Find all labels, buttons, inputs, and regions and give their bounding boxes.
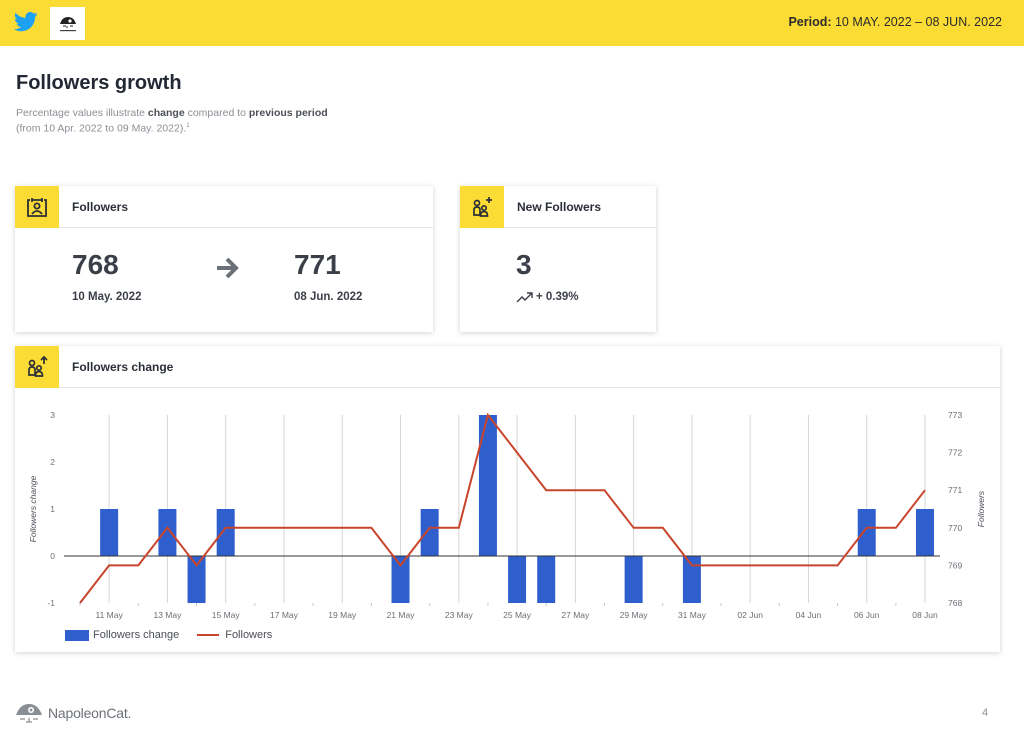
x-tick-label: 08 Jun [912,610,938,620]
y2-axis-title: Followers [976,490,986,527]
footer-brand: NapoleonCat. [14,701,131,725]
y-tick-label: 0 [50,551,55,561]
y-tick-label: -1 [47,598,55,608]
napoleoncat-logo-icon [16,704,42,723]
bar [420,509,439,556]
bar [537,556,556,603]
y-tick-label: 3 [50,410,55,420]
bar [187,556,206,603]
page-number: 4 [982,707,989,719]
y2-tick-label: 770 [948,523,962,533]
legend-swatch-followers [197,634,220,636]
legend-label-followers-change: Followers change [93,629,180,641]
x-tick-label: 13 May [153,610,182,620]
bar [682,556,701,603]
bar [916,509,934,556]
y-tick-label: 2 [50,457,55,467]
followers-change-chart: 11 May 13 May 15 May 17 May 19 May 21 May 23 M… [28,410,986,620]
chart-legend: Followers change Followers [65,629,272,641]
y-tick-label: 1 [50,504,55,514]
bar [158,509,177,556]
x-tick-label: 11 May [96,610,124,620]
x-tick-label: 29 May [620,610,649,620]
bar [100,509,119,556]
y2-tick-label: 772 [948,448,962,458]
x-tick-label: 04 Jun [796,610,822,620]
footer-brand-name: NapoleonCat. [48,705,132,721]
y-axis-title: Followers change [28,475,38,542]
bar [391,556,410,603]
y2-tick-label: 769 [948,560,962,570]
x-tick-label: 25 May [503,610,532,620]
x-tick-label: 23 May [445,610,474,620]
bar [216,509,235,556]
bar [624,556,643,603]
followers-line [79,412,926,604]
bar [857,509,876,556]
y2-tick-label: 771 [948,485,962,495]
x-tick-label: 21 May [387,610,416,620]
x-tick-label: 27 May [561,610,590,620]
x-tick-label: 02 Jun [737,610,763,620]
bar [508,556,527,603]
legend-label-followers: Followers [225,629,273,641]
y2-tick-label: 768 [948,598,962,608]
legend-swatch-followers-change [65,629,89,641]
y2-tick-label: 773 [948,410,962,420]
x-tick-label: 06 Jun [854,610,880,620]
x-tick-label: 15 May [212,610,241,620]
x-tick-label: 17 May [270,610,299,620]
x-tick-label: 31 May [678,610,707,620]
x-tick-label: 19 May [328,610,357,620]
